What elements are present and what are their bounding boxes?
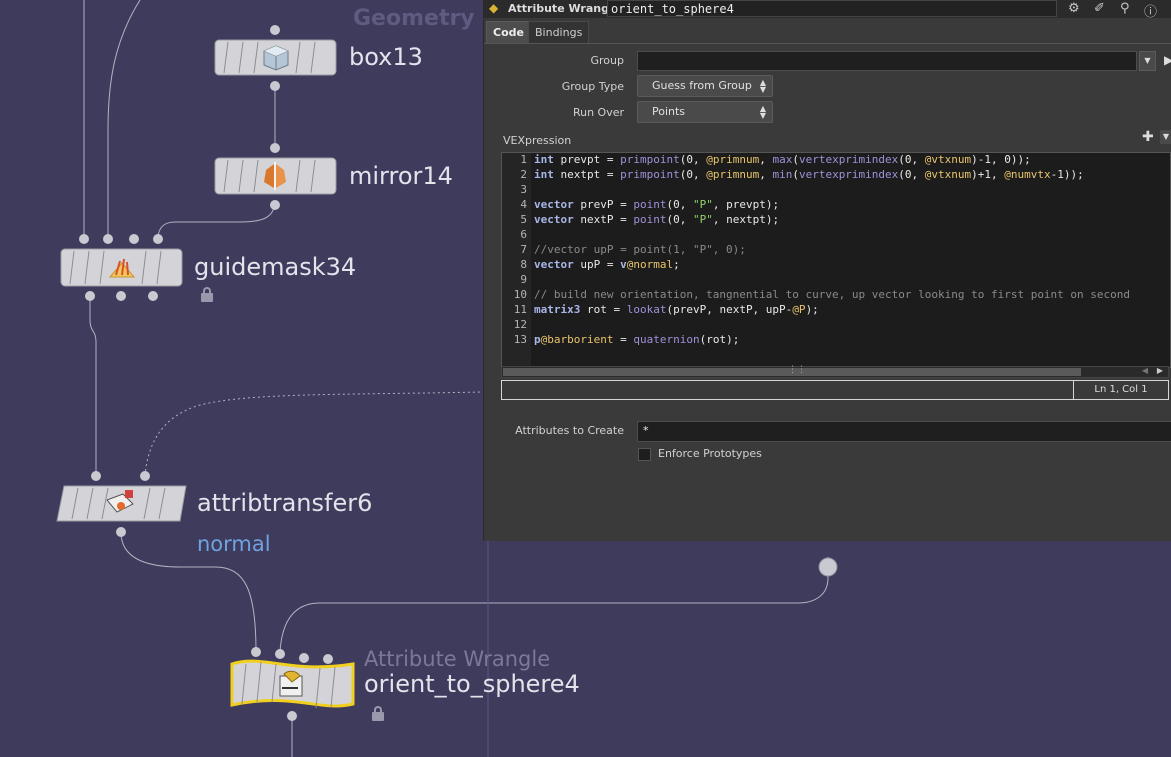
wrangle-icon: ◆: [489, 1, 499, 15]
node-label-orient-to-sphere4[interactable]: orient_to_sphere4: [364, 670, 580, 698]
node-output-port: [270, 81, 280, 91]
node-name-field[interactable]: orient_to_sphere4: [607, 0, 1057, 17]
line-number-gutter: 1 2 3 4 5 6 7 8 9 10 11 12 13: [502, 153, 531, 367]
wire-guidemask-attribtransfer: [89, 296, 97, 476]
updown-icon: ▲ ▼: [759, 104, 766, 120]
tab-code[interactable]: Code: [486, 21, 531, 44]
code-line[interactable]: vector nextP = point(0, "P", nextpt);: [534, 213, 779, 226]
add-snippet-icon[interactable]: ✚: [1142, 129, 1154, 145]
node-label-attribtransfer6[interactable]: attribtransfer6: [197, 489, 372, 517]
node-mirror14[interactable]: [214, 143, 337, 210]
cursor-position: Ln 1, Col 1: [1073, 381, 1168, 399]
code-line[interactable]: // build new orientation, tangnential to…: [534, 288, 1130, 301]
node-type-label: Attribute Wrangle: [364, 647, 551, 671]
editor-status-bar: Ln 1, Col 1: [501, 380, 1169, 400]
node-input-port: [270, 143, 280, 153]
code-line[interactable]: p@barborient = quaternion(rot);: [534, 333, 739, 346]
vexpression-label: VEXpression: [503, 134, 572, 147]
node-attribtransfer6[interactable]: [56, 471, 187, 537]
line-number: 12: [513, 318, 527, 331]
brush-icon[interactable]: ✐: [1094, 1, 1105, 16]
grip-icon: ⋮⋮: [788, 365, 806, 375]
node-label-guidemask34[interactable]: guidemask34: [194, 253, 356, 281]
code-line[interactable]: matrix3 rot = lookat(prevP, nextP, upP-@…: [534, 303, 819, 316]
lock-icon: [201, 287, 213, 302]
line-number: 7: [520, 243, 527, 256]
attributes-to-create-input[interactable]: *: [637, 421, 1171, 442]
line-number: 1: [520, 153, 527, 166]
node-guidemask34[interactable]: [60, 234, 183, 301]
node-output-port: [270, 200, 280, 210]
wire-dotted-reference: [144, 391, 484, 477]
wire-mirror-guidemask: [157, 204, 276, 240]
group-label: Group: [590, 54, 625, 67]
wire-right-wrangle: [279, 557, 829, 653]
node-type-title: Attribute Wrangle: [508, 2, 621, 15]
run-over-menu[interactable]: Points ▲ ▼: [637, 101, 773, 123]
line-number: 2: [520, 168, 527, 181]
box-icon: [263, 45, 289, 71]
code-line[interactable]: vector upP = v@normal;: [534, 258, 680, 271]
context-label: Geometry: [353, 6, 475, 31]
enforce-prototypes-label: Enforce Prototypes: [658, 447, 762, 460]
tab-bindings[interactable]: Bindings: [528, 21, 590, 44]
chevron-down-icon[interactable]: ▼: [1160, 130, 1171, 144]
code-editor[interactable]: 1 2 3 4 5 6 7 8 9 10 11 12 13 int prevpt…: [501, 152, 1171, 368]
line-number: 10: [513, 288, 527, 301]
scroll-left-icon[interactable]: ◀: [1142, 366, 1148, 375]
pane-titlebar: ◆ Attribute Wrangle orient_to_sphere4 ⚙ …: [484, 0, 1171, 20]
node-box13[interactable]: [214, 25, 337, 91]
node-flag-text: normal: [197, 532, 271, 556]
line-number: 3: [520, 183, 527, 196]
line-number: 4: [520, 198, 527, 211]
node-orient-to-sphere4[interactable]: [230, 647, 355, 721]
scroll-right-icon[interactable]: ▶: [1157, 366, 1163, 375]
line-number: 11: [513, 303, 527, 316]
line-number: 8: [520, 258, 527, 271]
search-icon[interactable]: ⚲: [1120, 1, 1130, 16]
dot-node: [818, 557, 838, 577]
attributes-to-create-label: Attributes to Create: [515, 424, 624, 437]
line-number: 9: [520, 273, 527, 286]
code-line[interactable]: vector prevP = point(0, "P", prevpt);: [534, 198, 779, 211]
lock-icon: [372, 706, 384, 721]
group-type-menu[interactable]: Guess from Group ▲ ▼: [637, 75, 773, 97]
line-number: 13: [513, 333, 527, 346]
run-over-value: Points: [652, 105, 686, 118]
tab-divider: [484, 43, 1171, 44]
code-line[interactable]: int nextpt = primpoint(0, @primnum, min(…: [534, 168, 1084, 181]
line-number: 5: [520, 213, 527, 226]
gear-icon[interactable]: ⚙: [1068, 1, 1080, 16]
code-line[interactable]: //vector upP = point(1, "P", 0);: [534, 243, 746, 256]
group-input[interactable]: [637, 51, 1137, 71]
run-over-label: Run Over: [572, 106, 624, 119]
enforce-prototypes-checkbox[interactable]: [638, 448, 651, 461]
node-label-mirror14[interactable]: mirror14: [349, 162, 453, 190]
line-number: 6: [520, 228, 527, 241]
node-label-box13[interactable]: box13: [349, 43, 423, 71]
group-type-label: Group Type: [561, 80, 624, 93]
parameter-pane: ◆ Attribute Wrangle orient_to_sphere4 ⚙ …: [483, 0, 1171, 541]
group-type-value: Guess from Group: [652, 79, 752, 92]
updown-icon: ▲ ▼: [759, 78, 766, 94]
node-input-port: [270, 25, 280, 35]
horizontal-scrollbar[interactable]: ⋮⋮ ◀ ▶: [501, 365, 1169, 378]
code-line[interactable]: int prevpt = primpoint(0, @primnum, max(…: [534, 153, 1031, 166]
wire-left-curve: [107, 0, 141, 239]
group-dropdown-button[interactable]: ▼: [1139, 51, 1156, 71]
arrow-right-icon[interactable]: ▶: [1164, 53, 1171, 67]
info-icon[interactable]: ⓘ: [1144, 1, 1157, 20]
